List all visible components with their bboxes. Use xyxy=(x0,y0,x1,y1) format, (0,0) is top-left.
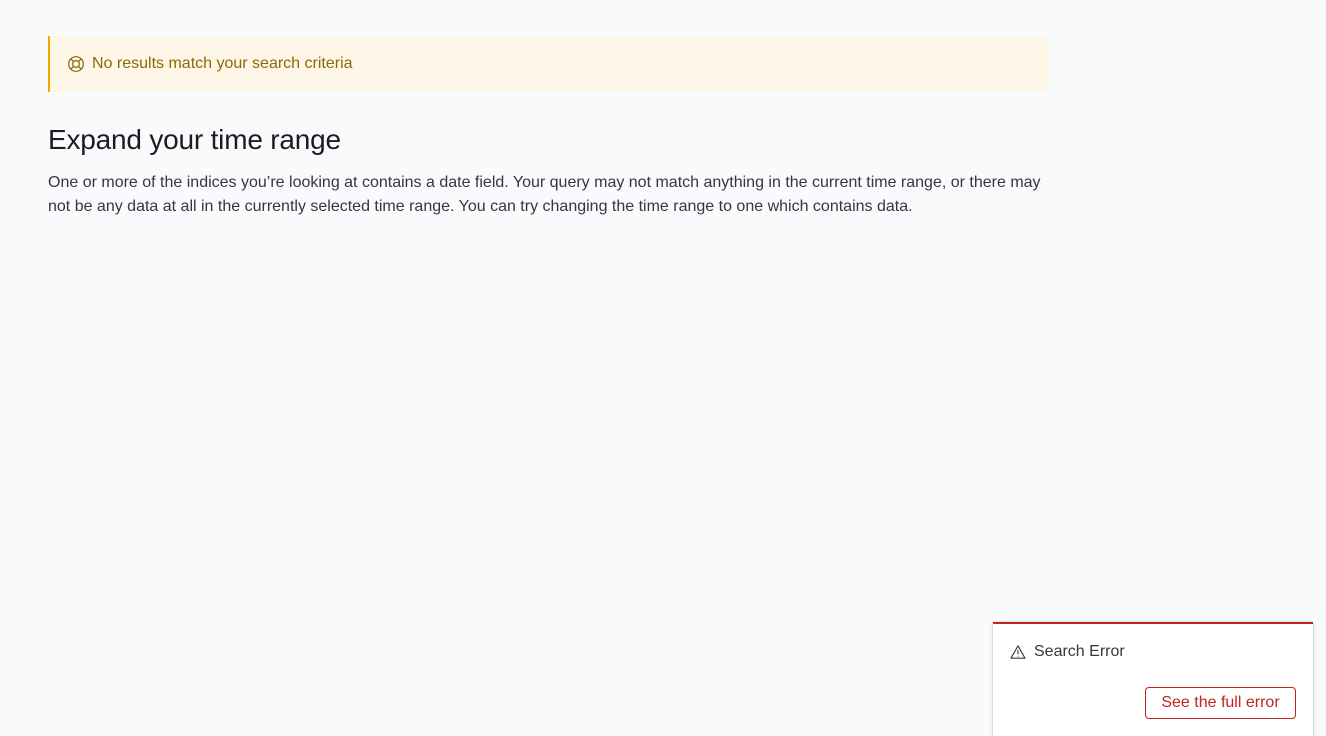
help-lifebuoy-icon xyxy=(67,55,85,73)
toast-header: Search Error xyxy=(1010,643,1125,661)
page: No results match your search criteria Ex… xyxy=(0,0,1326,736)
toast-title: Search Error xyxy=(1034,643,1125,660)
callout-text: No results match your search criteria xyxy=(92,55,353,72)
search-error-toast: Search Error See the full error xyxy=(993,622,1313,736)
description-text: One or more of the indices you’re lookin… xyxy=(48,174,1041,215)
see-full-error-button[interactable]: See the full error xyxy=(1145,687,1296,719)
page-title: Expand your time range xyxy=(48,124,341,155)
alert-triangle-icon xyxy=(1010,644,1026,660)
no-results-callout: No results match your search criteria xyxy=(48,36,1048,92)
